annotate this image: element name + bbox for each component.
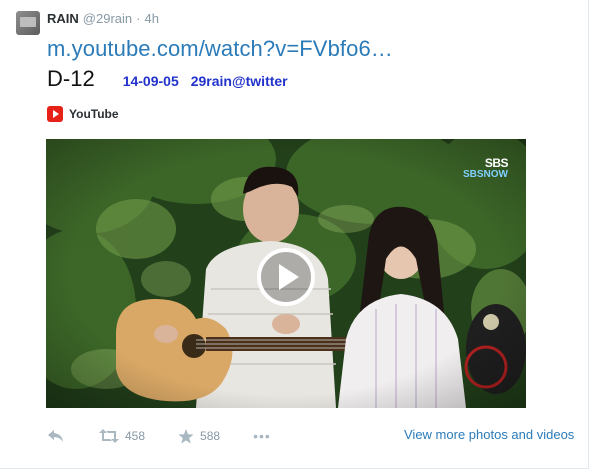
author-name[interactable]: RAIN bbox=[47, 11, 79, 26]
play-icon[interactable] bbox=[257, 248, 315, 306]
avatar-image bbox=[20, 17, 36, 27]
tweet-actions: 458 588 ••• bbox=[47, 427, 271, 445]
media-provider[interactable]: YouTube bbox=[47, 106, 119, 122]
more-icon[interactable]: ••• bbox=[253, 428, 271, 444]
tweet-card: RAIN @29rain · 4h m.youtube.com/watch?v=… bbox=[0, 0, 589, 469]
favorite-star-icon bbox=[178, 428, 194, 443]
video-link[interactable]: m.youtube.com/watch?v=FVbfo6… bbox=[47, 36, 393, 62]
provider-label: YouTube bbox=[69, 107, 119, 121]
tweet-timestamp[interactable]: 4h bbox=[144, 11, 158, 26]
favorite-button[interactable]: 588 bbox=[178, 428, 221, 444]
favorite-count: 588 bbox=[200, 429, 221, 443]
separator-dot: · bbox=[136, 11, 141, 26]
broadcaster-watermark: SBS SBSNOW bbox=[463, 156, 509, 181]
reply-icon bbox=[48, 430, 63, 442]
avatar[interactable] bbox=[16, 11, 40, 35]
tweet-header: RAIN @29rain · 4h bbox=[47, 11, 159, 27]
retweet-icon bbox=[99, 429, 119, 443]
reply-button[interactable] bbox=[47, 429, 65, 443]
retweet-button[interactable]: 458 bbox=[99, 429, 145, 443]
sbs-logo-text: SBS bbox=[484, 156, 509, 170]
date-text: 14-09-05 bbox=[122, 73, 179, 89]
youtube-icon bbox=[47, 106, 63, 122]
author-handle[interactable]: @29rain bbox=[83, 11, 132, 26]
tweet-text-line: D-12 14-09-05 29rain@twitter bbox=[47, 66, 288, 92]
dday-text: D-12 bbox=[47, 66, 95, 91]
retweet-count: 458 bbox=[125, 429, 146, 443]
sbsnow-logo-text: SBSNOW bbox=[463, 169, 508, 180]
view-more-link[interactable]: View more photos and videos bbox=[404, 427, 574, 442]
source-text: 29rain@twitter bbox=[190, 73, 288, 89]
